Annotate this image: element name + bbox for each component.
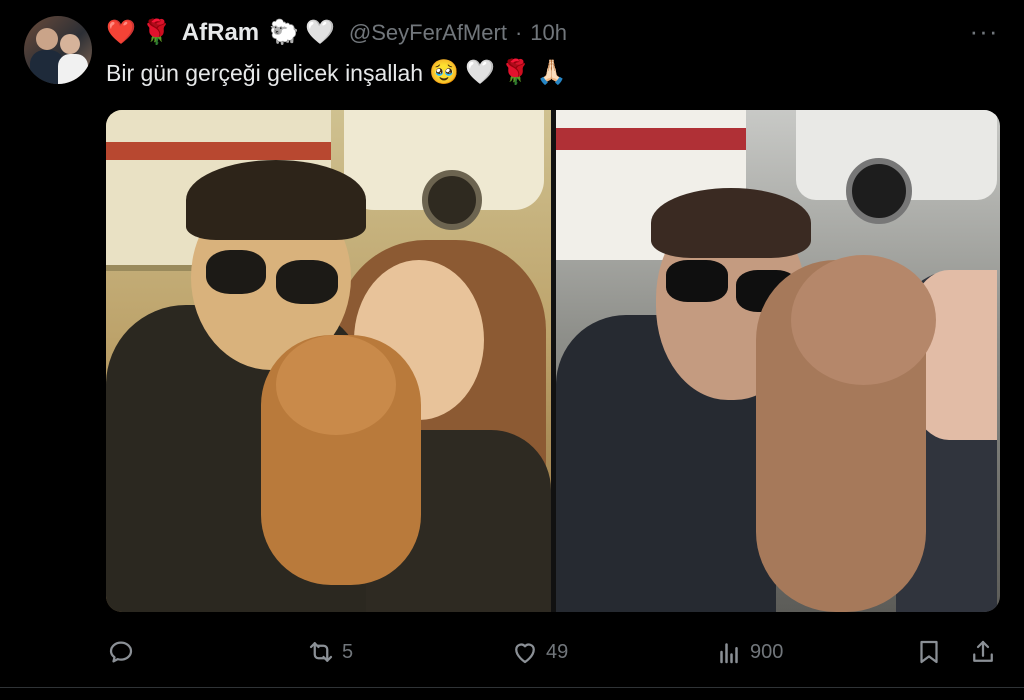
white-heart-emoji: 🤍 xyxy=(464,59,495,86)
white-heart-emoji: 🤍 xyxy=(305,19,335,46)
man-hair-shape xyxy=(186,160,366,240)
dog-head-shape xyxy=(790,255,936,385)
sunglasses-shape xyxy=(276,260,338,304)
photo-image[interactable] xyxy=(555,110,1000,612)
views-icon xyxy=(720,643,738,664)
timestamp[interactable]: 10h xyxy=(530,20,567,46)
sheep-emoji: 🐑 xyxy=(269,19,300,46)
rose-emoji: 🌹 xyxy=(141,19,172,46)
illustration-image[interactable] xyxy=(106,110,551,612)
bookmark-button[interactable] xyxy=(914,632,944,672)
like-count: 49 xyxy=(546,640,569,663)
wheel-shape xyxy=(845,158,912,224)
bookmark-icon xyxy=(920,640,938,664)
handle[interactable]: @SeyFerAfMert xyxy=(349,20,507,46)
avatar-person xyxy=(58,54,88,84)
share-button[interactable] xyxy=(968,632,998,672)
retweet-button[interactable]: 5 xyxy=(306,632,353,672)
separator-dot: · xyxy=(514,20,523,45)
media-grid xyxy=(106,110,1000,612)
like-button[interactable]: 49 xyxy=(510,632,568,672)
sunglasses-shape xyxy=(665,260,728,302)
dog-head-shape xyxy=(276,335,396,435)
heart-icon xyxy=(515,643,535,664)
views-button[interactable]: 900 xyxy=(714,632,783,672)
sunglasses-shape xyxy=(206,250,266,294)
share-icon xyxy=(973,640,993,662)
avatar-person xyxy=(36,28,58,50)
man-hair-shape xyxy=(650,188,811,258)
red-heart-emoji: ❤️ xyxy=(106,19,136,46)
reply-icon xyxy=(109,641,133,663)
views-count: 900 xyxy=(750,640,784,663)
retweet-count: 5 xyxy=(342,640,354,663)
rose-emoji: 🌹 xyxy=(500,59,531,86)
tweet-body-text: Bir gün gerçeği gelicek inşallah xyxy=(106,59,424,86)
avatar-person xyxy=(60,34,80,54)
retweet-icon xyxy=(309,642,333,662)
tweet-text: Bir gün gerçeği gelicek inşallah 🥹 🤍 🌹 🙏… xyxy=(106,56,567,90)
display-name[interactable]: AfRam xyxy=(182,19,259,47)
pleading-face-emoji: 🥹 xyxy=(429,59,459,86)
praying-hands-emoji: 🙏🏻 xyxy=(536,59,567,86)
avatar[interactable] xyxy=(24,16,92,84)
tweet-actions: 5 49 900 xyxy=(106,632,1000,672)
wheel-shape xyxy=(422,170,482,230)
more-icon[interactable]: ··· xyxy=(968,18,1000,46)
tweet-header: ❤️ 🌹 AfRam 🐑 🤍 @SeyFerAfMert · 10h xyxy=(106,17,567,49)
reply-button[interactable] xyxy=(106,632,142,672)
divider xyxy=(0,687,1024,688)
